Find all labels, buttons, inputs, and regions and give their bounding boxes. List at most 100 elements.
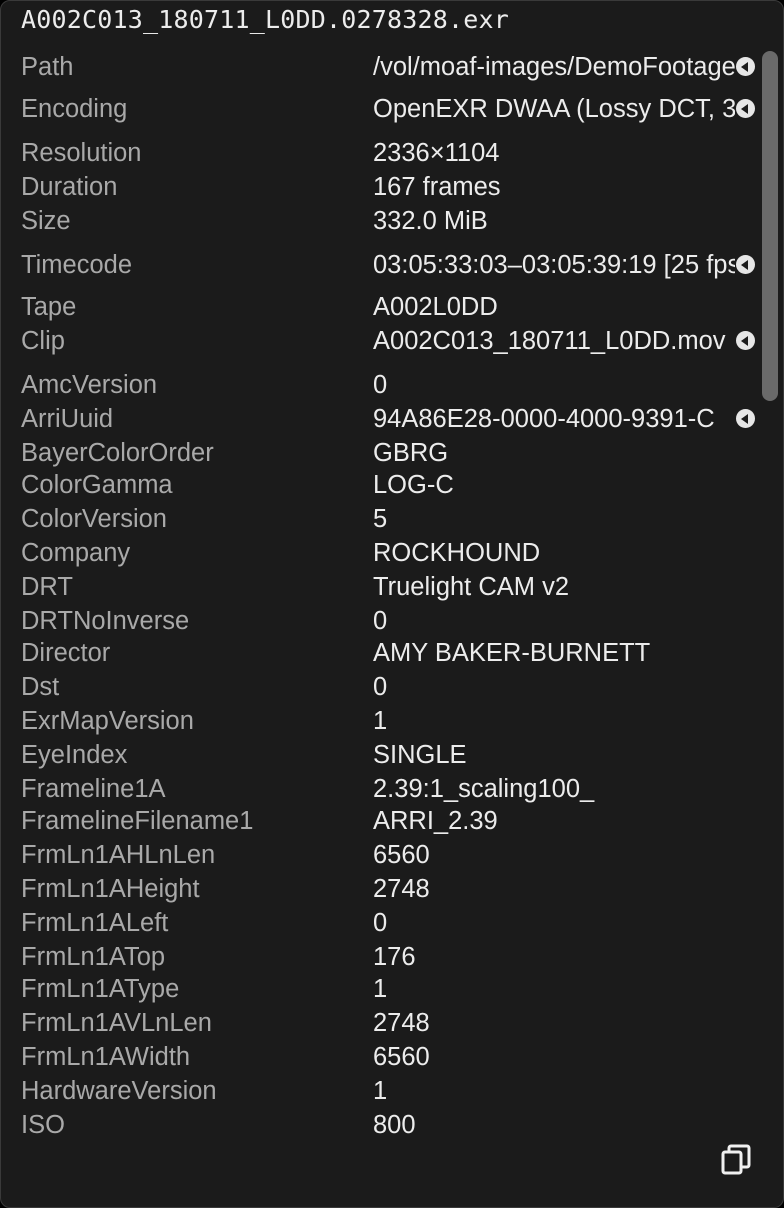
metadata-value: 03:05:33:03–03:05:39:19 [25 fps]: [373, 251, 735, 279]
metadata-label: FrmLn1AType: [21, 975, 180, 1003]
metadata-value: 2.39:1_scaling100_: [373, 775, 595, 803]
metadata-row: Duration 167 frames: [1, 171, 761, 203]
expand-value-button[interactable]: [736, 99, 755, 118]
metadata-row: FrmLn1AWidth 6560: [1, 1041, 761, 1073]
metadata-label: Size: [21, 207, 71, 235]
expand-value-button[interactable]: [736, 57, 755, 76]
metadata-value: 800: [373, 1111, 416, 1139]
metadata-row: ExrMapVersion 1: [1, 705, 761, 737]
metadata-label: FramelineFilename1: [21, 807, 254, 835]
metadata-label: Resolution: [21, 139, 142, 167]
metadata-value: /vol/moaf-images/DemoFootage/ARRI: [373, 53, 735, 81]
metadata-row: FrmLn1ATop 176: [1, 941, 761, 973]
metadata-row: DRTNoInverse 0: [1, 605, 761, 637]
metadata-row: Tape A002L0DD: [1, 291, 761, 323]
metadata-value: 2748: [373, 1009, 430, 1037]
metadata-row: HardwareVersion 1: [1, 1075, 761, 1107]
metadata-value: 332.0 MiB: [373, 207, 488, 235]
metadata-row: AmcVersion 0: [1, 369, 761, 401]
metadata-row: Frameline1A 2.39:1_scaling100_: [1, 773, 761, 805]
metadata-value: 2336×1104: [373, 139, 500, 167]
metadata-row: ColorVersion 5: [1, 503, 761, 535]
metadata-value: 94A86E28-0000-4000-9391-C: [373, 405, 715, 433]
metadata-label: Timecode: [21, 251, 133, 279]
metadata-label: Encoding: [21, 95, 128, 123]
metadata-value: LOG-C: [373, 471, 454, 499]
metadata-label: ColorGamma: [21, 471, 173, 499]
metadata-value: A002C013_180711_L0DD.mov: [373, 327, 726, 355]
metadata-row: Path/vol/moaf-images/DemoFootage/ARRI: [1, 51, 761, 83]
metadata-row: ColorGamma LOG-C: [1, 469, 761, 501]
metadata-row: DRT Truelight CAM v2: [1, 571, 761, 603]
metadata-row: EyeIndex SINGLE: [1, 739, 761, 771]
metadata-label: FrmLn1AHLnLen: [21, 841, 216, 869]
metadata-label: FrmLn1AVLnLen: [21, 1009, 212, 1037]
metadata-value: 6560: [373, 1043, 430, 1071]
metadata-row: Clip A002C013_180711_L0DD.mov: [1, 325, 761, 357]
metadata-label: Dst: [21, 673, 60, 701]
metadata-label: ExrMapVersion: [21, 707, 194, 735]
metadata-label: Company: [21, 539, 131, 567]
metadata-row: FrmLn1AHLnLen 6560: [1, 839, 761, 871]
metadata-value: 0: [373, 673, 388, 701]
metadata-row: FrmLn1ALeft 0: [1, 907, 761, 939]
metadata-row: Company ROCKHOUND: [1, 537, 761, 569]
metadata-row: ArriUuid 94A86E28-0000-4000-9391-C: [1, 403, 761, 435]
metadata-row: Director AMY BAKER-BURNETT: [1, 637, 761, 669]
metadata-value: 6560: [373, 841, 430, 869]
metadata-row: BayerColorOrder GBRG: [1, 437, 761, 469]
metadata-value: ROCKHOUND: [373, 539, 541, 567]
metadata-value: 1: [373, 1077, 388, 1105]
metadata-panel: A002C013_180711_L0DD.0278328.exr Path/vo…: [0, 0, 784, 1208]
metadata-row: FrmLn1AType 1: [1, 973, 761, 1005]
metadata-row: FramelineFilename1 ARRI_2.39: [1, 805, 761, 837]
metadata-row: FrmLn1AVLnLen 2748: [1, 1007, 761, 1039]
metadata-label: FrmLn1AHeight: [21, 875, 200, 903]
metadata-value: 1: [373, 707, 388, 735]
copy-icon: [721, 1144, 751, 1175]
metadata-value: SINGLE: [373, 741, 467, 769]
metadata-value: 0: [373, 371, 388, 399]
metadata-label: HardwareVersion: [21, 1077, 217, 1105]
metadata-label: FrmLn1ATop: [21, 943, 166, 971]
metadata-label: Clip: [21, 327, 65, 355]
metadata-label: BayerColorOrder: [21, 439, 214, 467]
metadata-value: 5: [373, 505, 388, 533]
metadata-label: Frameline1A: [21, 775, 166, 803]
metadata-label: Tape: [21, 293, 77, 321]
metadata-row: ISO 800: [1, 1109, 761, 1141]
expand-value-button[interactable]: [736, 255, 755, 274]
expand-value-button[interactable]: [736, 331, 755, 350]
metadata-label: ArriUuid: [21, 405, 114, 433]
metadata-label: FrmLn1AWidth: [21, 1043, 191, 1071]
metadata-label: Director: [21, 639, 111, 667]
metadata-row: FrmLn1AHeight 2748: [1, 873, 761, 905]
expand-value-button[interactable]: [736, 409, 755, 428]
metadata-label: AmcVersion: [21, 371, 158, 399]
metadata-label: FrmLn1ALeft: [21, 909, 169, 937]
metadata-value: AMY BAKER-BURNETT: [373, 639, 651, 667]
metadata-value: 176: [373, 943, 416, 971]
metadata-label: ColorVersion: [21, 505, 167, 533]
metadata-label: Duration: [21, 173, 118, 201]
metadata-value: ARRI_2.39: [373, 807, 498, 835]
metadata-row: Size 332.0 MiB: [1, 205, 761, 237]
metadata-row: Dst 0: [1, 671, 761, 703]
copy-button[interactable]: [719, 1143, 753, 1177]
metadata-value: 1: [373, 975, 388, 1003]
metadata-value: A002L0DD: [373, 293, 498, 321]
metadata-row: Encoding OpenEXR DWAA (Lossy DCT, 32 scan…: [1, 93, 761, 125]
metadata-value: GBRG: [373, 439, 449, 467]
metadata-row: Resolution 2336×1104: [1, 137, 761, 169]
scrollbar-thumb[interactable]: [762, 51, 778, 401]
metadata-row: Timecode 03:05:33:03–03:05:39:19 [25 fps]: [1, 249, 761, 281]
metadata-label: DRTNoInverse: [21, 607, 190, 635]
metadata-value: Truelight CAM v2: [373, 573, 570, 601]
file-title: A002C013_180711_L0DD.0278328.exr: [21, 5, 510, 34]
metadata-value: 167 frames: [373, 173, 501, 201]
metadata-value: 2748: [373, 875, 430, 903]
metadata-label: ISO: [21, 1111, 65, 1139]
metadata-label: EyeIndex: [21, 741, 128, 769]
metadata-value: 0: [373, 607, 388, 635]
metadata-value: 0: [373, 909, 388, 937]
